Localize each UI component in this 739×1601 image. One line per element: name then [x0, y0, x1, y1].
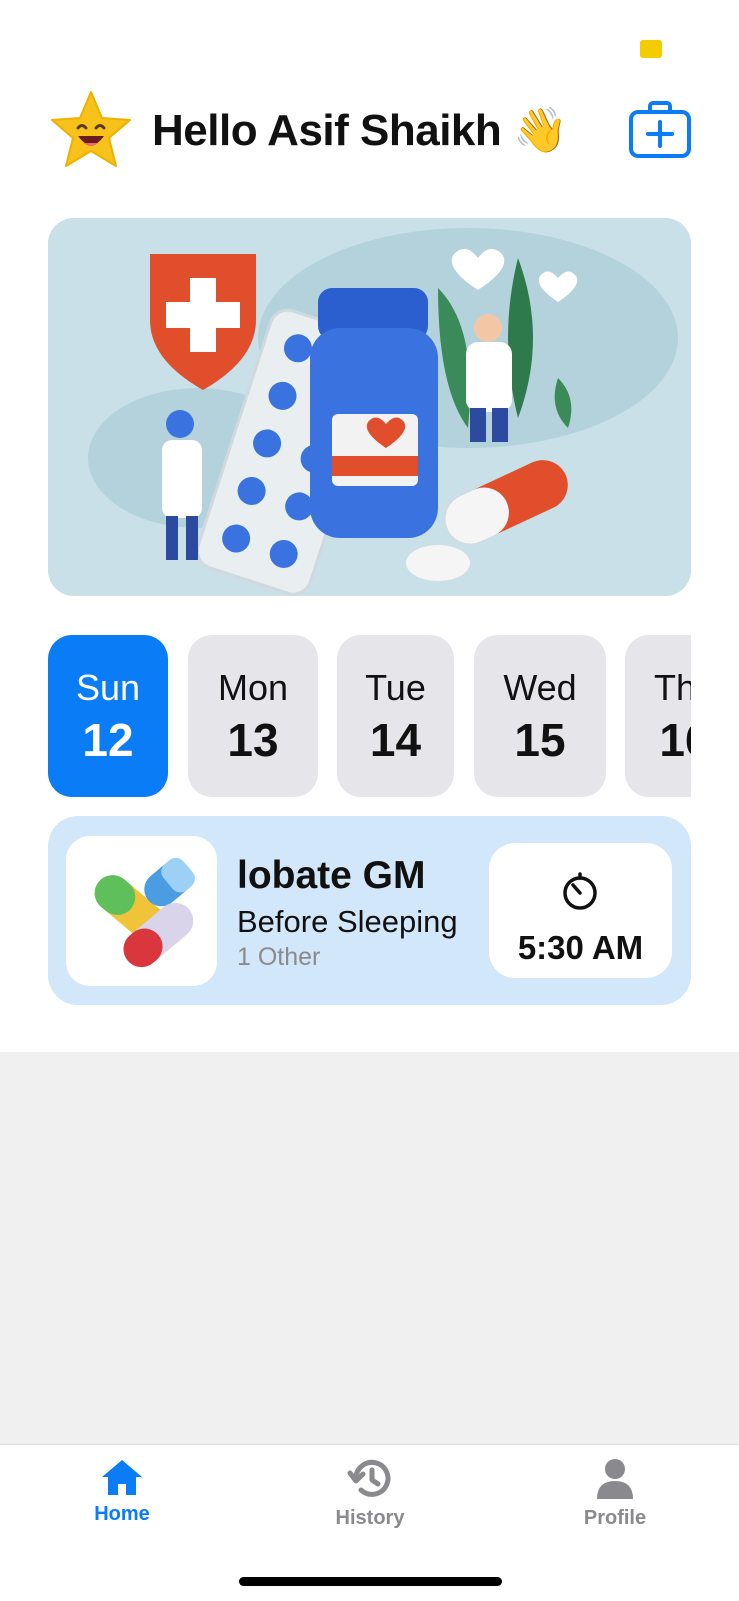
add-medication-button[interactable] — [628, 100, 692, 160]
day-name: Thu — [653, 667, 691, 708]
time-badge: 5:30 AM — [489, 843, 672, 978]
day-mon[interactable]: Mon 13 — [188, 635, 318, 797]
day-date: 16 — [659, 714, 691, 766]
medication-instruction: Before Sleeping — [237, 904, 458, 939]
medication-others: 1 Other — [237, 943, 321, 971]
person-icon — [597, 1459, 633, 1499]
day-wed[interactable]: Wed 15 — [474, 635, 606, 797]
medical-kit-plus-icon — [629, 101, 691, 158]
medication-name: lobate GM — [237, 854, 426, 897]
content-background — [0, 1052, 739, 1444]
medication-time: 5:30 AM — [517, 929, 644, 966]
tab-history[interactable]: History — [300, 1457, 440, 1537]
timer-icon — [563, 872, 597, 910]
day-date: 12 — [82, 714, 134, 766]
day-name: Sun — [75, 667, 141, 708]
tab-label: History — [335, 1507, 405, 1529]
tab-profile[interactable]: Profile — [545, 1457, 685, 1537]
day-sun[interactable]: Sun 12 — [48, 635, 168, 797]
day-date: 14 — [369, 714, 422, 766]
day-name: Tue — [365, 667, 426, 708]
history-icon — [347, 1459, 391, 1497]
day-date: 15 — [514, 714, 566, 766]
greeting-text: Hello Asif Shaikh 👋 — [152, 106, 568, 155]
day-thu[interactable]: Thu 16 — [625, 635, 691, 797]
tab-label: Profile — [583, 1507, 647, 1529]
pills-icon — [66, 836, 217, 986]
pharmacy-illustration — [48, 218, 691, 596]
star-face-icon — [48, 88, 134, 174]
house-icon — [102, 1460, 142, 1495]
day-date: 13 — [227, 714, 279, 766]
home-indicator — [239, 1577, 502, 1586]
day-tue[interactable]: Tue 14 — [337, 635, 454, 797]
day-name: Wed — [503, 667, 577, 708]
medication-card[interactable]: lobate GM Before Sleeping 1 Other 5:30 A… — [48, 816, 691, 1005]
header: Hello Asif Shaikh 👋 — [48, 88, 691, 174]
day-selector: Sun 12 Mon 13 Tue 14 Wed 15 Thu 16 — [48, 635, 691, 797]
tab-label: Home — [94, 1503, 150, 1525]
tab-home[interactable]: Home — [52, 1457, 192, 1537]
day-name: Mon — [217, 667, 289, 708]
status-indicator — [640, 40, 662, 58]
